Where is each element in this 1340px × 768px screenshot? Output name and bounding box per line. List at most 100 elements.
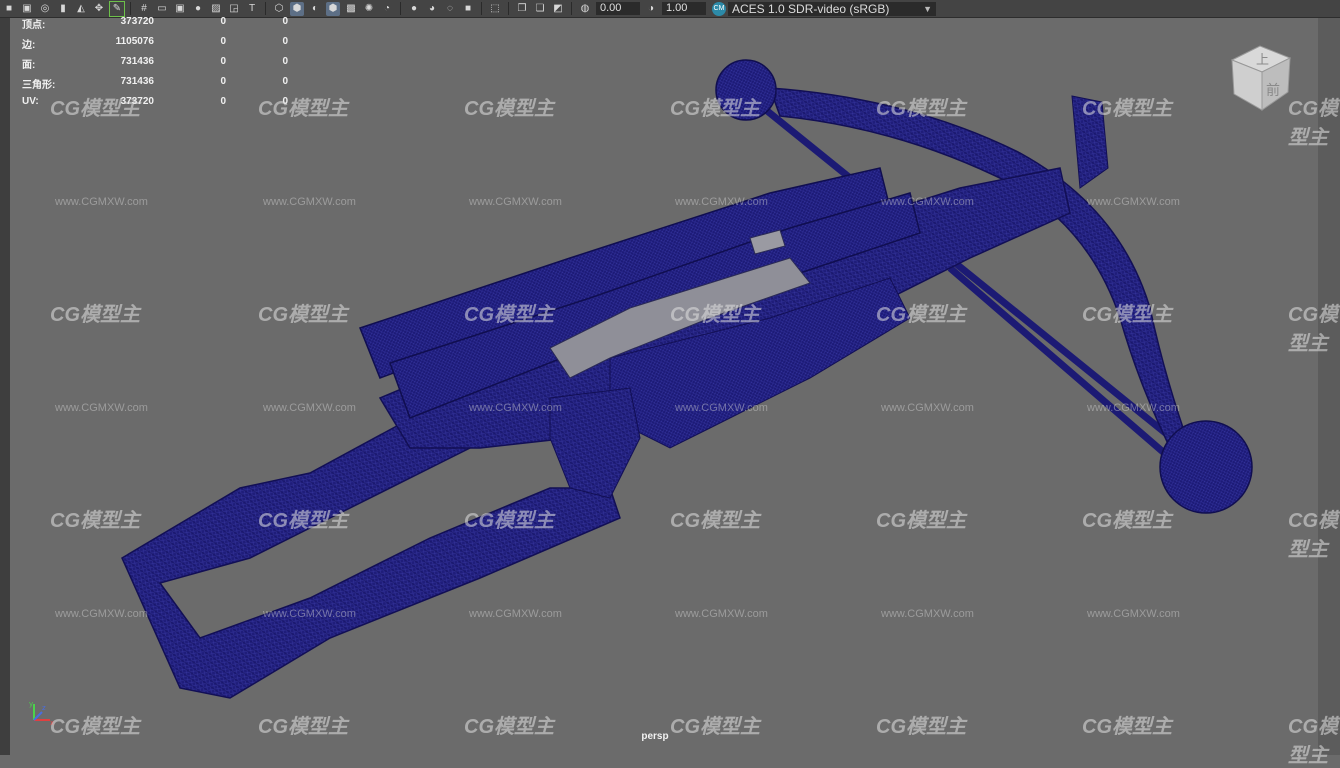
- watermark-url: www.CGMXW.com: [55, 402, 148, 414]
- gate-mask-icon[interactable]: ●: [191, 2, 205, 16]
- exposure-field[interactable]: 0.00: [596, 2, 640, 15]
- watermark-logo: CG模型主: [1082, 98, 1172, 120]
- axis-z-label: z: [42, 704, 46, 712]
- hud-value-triangles-selected: 0: [282, 76, 288, 87]
- watermark-url: www.CGMXW.com: [469, 608, 562, 620]
- watermark-url: www.CGMXW.com: [469, 402, 562, 414]
- film-gate-icon[interactable]: ▭: [155, 2, 169, 16]
- hud-label: 三角形:: [22, 80, 56, 91]
- watermark-logo: CG模型主: [1082, 510, 1172, 532]
- watermark-logo: CG模型主: [876, 716, 966, 738]
- isolate-select-icon[interactable]: ⬚: [488, 2, 502, 16]
- watermark-logo: CG模型主: [464, 510, 554, 532]
- hud-label: 顶点:: [22, 20, 46, 31]
- watermark-url: www.CGMXW.com: [55, 608, 148, 620]
- watermark-logo: CG模型主: [1082, 304, 1172, 326]
- screen-space-ao-icon[interactable]: ●: [407, 2, 421, 16]
- watermark-url: www.CGMXW.com: [1087, 608, 1180, 620]
- color-space-dropdown[interactable]: ACES 1.0 SDR-video (sRGB) ▼: [728, 1, 936, 16]
- depth-of-field-icon[interactable]: ■: [461, 2, 475, 16]
- hud-row: 顶点: 373720 0 0: [22, 16, 288, 36]
- hud-value-total: 1105076: [115, 36, 154, 47]
- watermark-url: www.CGMXW.com: [469, 196, 562, 208]
- anti-aliasing-icon[interactable]: ◌: [443, 2, 457, 16]
- left-panel-edge: [0, 18, 10, 755]
- viewcube-top-label: 上: [1256, 53, 1269, 68]
- shadows-icon[interactable]: ◔: [380, 2, 394, 16]
- chevron-down-icon: ▼: [923, 3, 932, 14]
- watermark-url: www.CGMXW.com: [1087, 196, 1180, 208]
- watermark-logo: CG模型主: [464, 304, 554, 326]
- watermark-logo: CG模型主: [1288, 98, 1338, 149]
- 2d-pan-zoom-icon[interactable]: ✥: [92, 2, 106, 16]
- grid-icon[interactable]: #: [137, 2, 151, 16]
- toolbar-separator: [400, 2, 401, 15]
- watermark-logo: CG模型主: [50, 510, 140, 532]
- toolbar-separator: [508, 2, 509, 15]
- hud-row: 面: 731436 0 0: [22, 56, 288, 76]
- wireframe-icon[interactable]: ⬡: [272, 2, 286, 16]
- view-cube[interactable]: 上 前: [1226, 42, 1296, 117]
- watermark-logo: CG模型主: [670, 510, 760, 532]
- watermark-url: www.CGMXW.com: [1087, 402, 1180, 414]
- image-plane-icon[interactable]: ◭: [74, 2, 88, 16]
- camera-attributes-icon[interactable]: ◎: [38, 2, 52, 16]
- toolbar-separator: [130, 2, 131, 15]
- backface-culling-icon[interactable]: ◩: [551, 2, 565, 16]
- toolbar-separator: [481, 2, 482, 15]
- lock-camera-icon[interactable]: ▣: [20, 2, 34, 16]
- xray-joints-icon[interactable]: ❏: [533, 2, 547, 16]
- watermark-url: www.CGMXW.com: [675, 402, 768, 414]
- toolbar-separator: [265, 2, 266, 15]
- wireframe-on-shaded-icon[interactable]: ⬢: [326, 1, 340, 16]
- motion-blur-icon[interactable]: ◕: [425, 2, 439, 16]
- watermark-logo: CG模型主: [50, 716, 140, 738]
- watermark-url: www.CGMXW.com: [881, 608, 974, 620]
- color-management-icon[interactable]: CM: [712, 1, 726, 16]
- watermark-url: www.CGMXW.com: [881, 402, 974, 414]
- watermark-logo: CG模型主: [876, 98, 966, 120]
- watermark-logo: CG模型主: [670, 304, 760, 326]
- hud-value-total: 731436: [120, 76, 154, 87]
- watermark-url: www.CGMXW.com: [675, 608, 768, 620]
- default-material-icon[interactable]: ◐: [308, 2, 322, 16]
- watermark-logo: CG模型主: [464, 98, 554, 120]
- hud-value-selected: 0: [220, 56, 226, 67]
- smooth-shade-icon[interactable]: ⬢: [290, 1, 304, 16]
- field-chart-icon[interactable]: ▨: [209, 2, 223, 16]
- hud-value-triangles-selected: 0: [282, 56, 288, 67]
- watermark-url: www.CGMXW.com: [263, 196, 356, 208]
- gamma-field[interactable]: 1.00: [662, 2, 706, 15]
- viewcube-front-label: 前: [1266, 82, 1280, 99]
- hud-label: 边:: [22, 40, 36, 51]
- pistol-grip: [549, 387, 641, 499]
- safe-action-icon[interactable]: ◲: [227, 2, 241, 16]
- crossbow-wireframe-model[interactable]: [10, 18, 1318, 755]
- hud-label: 面:: [22, 60, 36, 71]
- watermark-logo: CG模型主: [670, 98, 760, 120]
- viewport-panel[interactable]: [10, 18, 1318, 755]
- watermark-logo: CG模型主: [876, 510, 966, 532]
- xray-icon[interactable]: ❐: [515, 2, 529, 16]
- toolbar-separator: [571, 2, 572, 15]
- grease-pencil-icon[interactable]: ✎: [109, 0, 125, 17]
- watermark-logo: CG模型主: [1082, 716, 1172, 738]
- watermark-logo: CG模型主: [670, 716, 760, 738]
- gamma-icon[interactable]: ◑: [644, 2, 658, 16]
- hud-label: UV:: [22, 96, 39, 107]
- watermark-logo: CG模型主: [464, 716, 554, 738]
- resolution-gate-icon[interactable]: ▣: [173, 2, 187, 16]
- lighting-icon[interactable]: ✺: [362, 2, 376, 16]
- hud-value-total: 731436: [120, 56, 154, 67]
- safe-title-icon[interactable]: T: [245, 2, 259, 16]
- watermark-logo: CG模型主: [1288, 304, 1338, 355]
- watermark-url: www.CGMXW.com: [675, 196, 768, 208]
- exposure-icon[interactable]: ◍: [578, 2, 592, 16]
- watermark-logo: CG模型主: [1288, 510, 1338, 561]
- watermark-logo: CG模型主: [258, 716, 348, 738]
- camera-icon[interactable]: ■: [2, 2, 16, 16]
- textured-icon[interactable]: ▩: [344, 2, 358, 16]
- hud-value-total: 373720: [120, 16, 154, 27]
- bookmark-icon[interactable]: ▮: [56, 2, 70, 16]
- watermark-url: www.CGMXW.com: [881, 196, 974, 208]
